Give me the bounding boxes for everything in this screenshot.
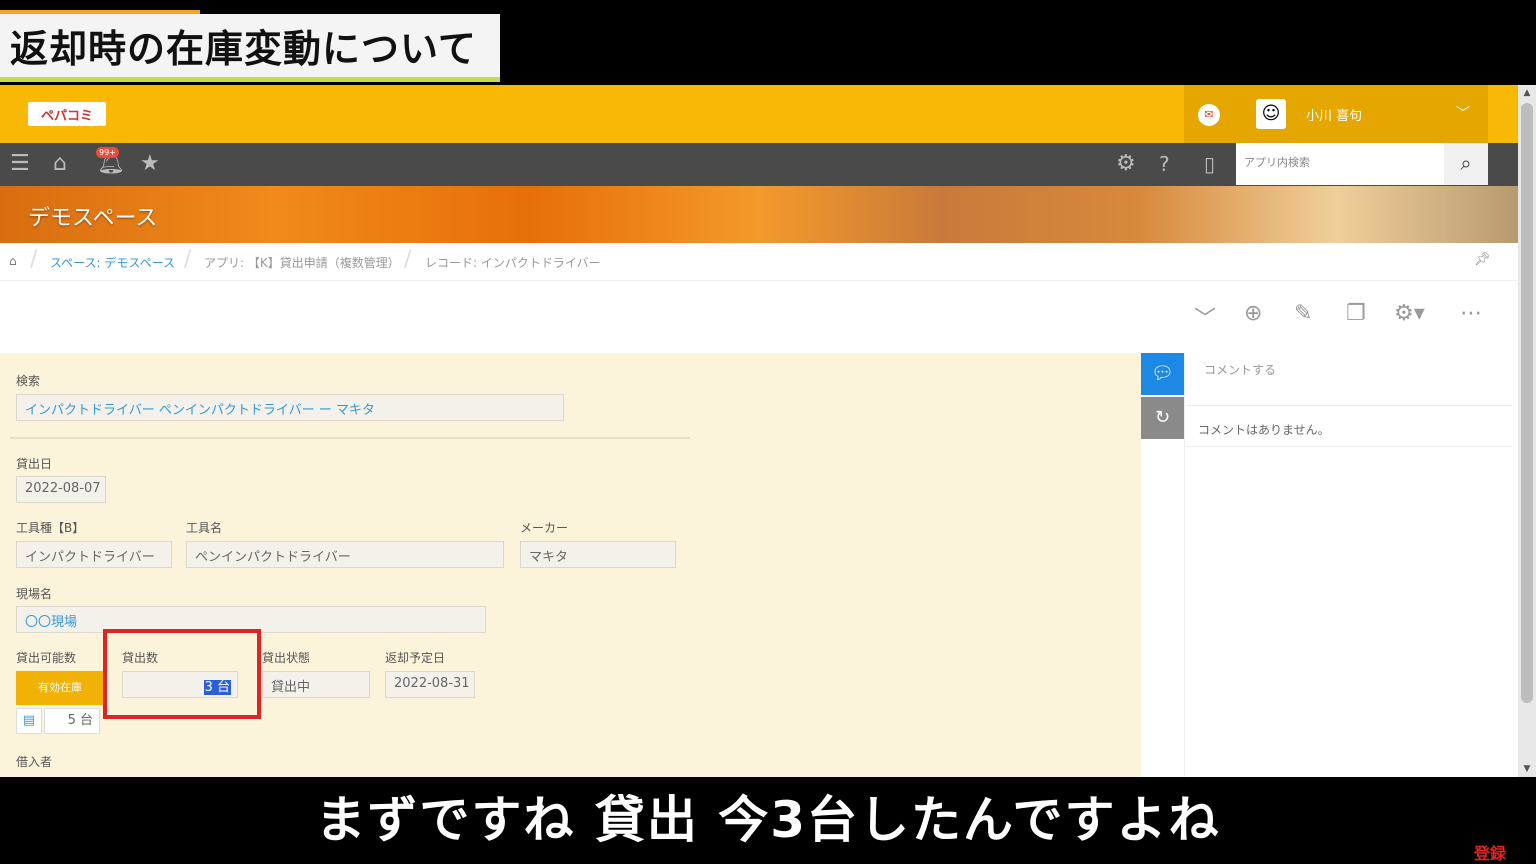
lend-date-label: 貸出日 xyxy=(16,457,53,471)
breadcrumb-app-label[interactable]: アプリ: 【K】貸出申請（複数管理） xyxy=(204,256,400,270)
pin-icon[interactable]: 📌︎ xyxy=(1474,252,1491,267)
no-comments-text: コメントはありません。 xyxy=(1198,423,1330,437)
available-stock-button[interactable]: 有効在庫 xyxy=(16,671,104,705)
site-label: 現場名 xyxy=(16,587,53,601)
side-tabs: 💬︎ ↻ xyxy=(1141,353,1184,777)
star-icon[interactable]: ★ xyxy=(140,151,160,177)
breadcrumb: ⌂ / スペース: デモスペース / アプリ: 【K】貸出申請（複数管理） / … xyxy=(0,243,1518,281)
tool-name-field: ペンインパクトドライバー xyxy=(186,541,504,568)
edit-icon[interactable]: ✎ xyxy=(1294,301,1312,326)
video-title-overlay: 返却時の在庫変動について xyxy=(0,14,500,82)
video-title: 返却時の在庫変動について xyxy=(10,27,477,71)
settings-gear-icon[interactable]: ⚙▾ xyxy=(1394,301,1425,326)
comment-tab-icon[interactable]: 💬︎ xyxy=(1141,353,1184,395)
breadcrumb-separator: / xyxy=(30,247,38,272)
breadcrumb-separator: / xyxy=(404,247,412,272)
tool-type-field: インパクトドライバー xyxy=(16,541,172,568)
scroll-up-icon[interactable]: ▲ xyxy=(1518,85,1536,101)
home-icon[interactable]: ⌂ xyxy=(53,151,67,177)
scroll-down-icon[interactable]: ▼ xyxy=(1518,761,1536,777)
video-subtitle: まずですね 貸出 今3台したんですよね xyxy=(315,791,1221,849)
search-input[interactable]: アプリ内検索 xyxy=(1236,143,1444,185)
record-toolbar: ﹀ ⊕ ✎ ❐ ⚙▾ ⋯ xyxy=(0,281,1518,353)
comment-divider xyxy=(1186,405,1512,406)
available-value: 5 台 xyxy=(44,708,100,734)
space-banner: デモスペース xyxy=(0,186,1518,243)
history-tab-icon[interactable]: ↻ xyxy=(1141,397,1184,439)
return-date-field: 2022-08-31 xyxy=(385,671,475,698)
header-bar: ペパコミ ✉ ☺ 小川 喜句 ﹀ xyxy=(0,85,1518,143)
search-icon[interactable]: ⌕ xyxy=(1444,143,1488,185)
chevron-down-icon[interactable]: ﹀ xyxy=(1194,301,1216,333)
status-label: 貸出状態 xyxy=(262,651,311,665)
comment-input[interactable]: コメントする xyxy=(1204,361,1276,378)
maker-field: マキタ xyxy=(520,541,676,568)
subscribe-watermark: 登録 xyxy=(1474,844,1507,863)
user-name[interactable]: 小川 喜句 xyxy=(1306,105,1362,124)
video-frame: 返却時の在庫変動について ペパコミ ✉ ☺ 小川 喜句 ﹀ ☰ ⌂ 🔔︎ 99+… xyxy=(0,0,1536,864)
form-divider xyxy=(10,437,690,439)
document-icon[interactable]: ▤ xyxy=(16,708,42,734)
mail-icon[interactable]: ✉ xyxy=(1198,104,1220,126)
breadcrumb-record: レコード: インパクトドライバー xyxy=(425,256,601,270)
space-name: デモスペース xyxy=(28,206,158,231)
borrower-label: 借入者 xyxy=(16,755,53,769)
return-date-label: 返却予定日 xyxy=(385,651,446,665)
maker-label: メーカー xyxy=(520,521,569,535)
chevron-down-icon[interactable]: ﹀ xyxy=(1456,103,1470,123)
search-label: 検索 xyxy=(16,374,41,388)
status-field: 貸出中 xyxy=(262,671,370,698)
tool-type-label: 工具種【B】 xyxy=(16,521,85,535)
menu-icon[interactable]: ☰ xyxy=(10,151,30,177)
comment-divider xyxy=(1186,446,1512,447)
notification-badge: 99+ xyxy=(96,147,119,158)
scrollbar-thumb[interactable] xyxy=(1521,103,1533,703)
home-icon[interactable]: ⌂ xyxy=(9,254,17,268)
available-label: 貸出可能数 xyxy=(16,651,77,665)
lend-date-field: 2022-08-07 xyxy=(16,476,106,503)
help-icon[interactable]: ? xyxy=(1159,151,1170,177)
gear-icon[interactable]: ⚙ xyxy=(1116,151,1136,177)
mobile-icon[interactable]: ▯ xyxy=(1204,151,1215,177)
page-scrollbar[interactable]: ▲ ▼ xyxy=(1518,85,1536,777)
add-icon[interactable]: ⊕ xyxy=(1244,301,1262,326)
breadcrumb-space[interactable]: スペース: デモスペース xyxy=(50,254,175,271)
nav-bar: ☰ ⌂ 🔔︎ 99+ ★ ⚙ ? ▯ アプリ内検索 ⌕ xyxy=(0,143,1518,186)
copy-icon[interactable]: ❐ xyxy=(1346,301,1366,326)
tool-name-label: 工具名 xyxy=(186,521,223,535)
search-field: インパクトドライバー ペンインパクトドライバー ー マキタ xyxy=(16,394,564,421)
highlight-box xyxy=(103,629,261,719)
comment-panel xyxy=(1184,353,1518,777)
avatar[interactable]: ☺ xyxy=(1256,99,1286,129)
app-logo[interactable]: ペパコミ xyxy=(28,102,106,126)
more-icon[interactable]: ⋯ xyxy=(1460,301,1482,326)
breadcrumb-separator: / xyxy=(184,247,192,272)
breadcrumb-app[interactable]: アプリ: 【K】貸出申請（複数管理） xyxy=(204,254,400,271)
